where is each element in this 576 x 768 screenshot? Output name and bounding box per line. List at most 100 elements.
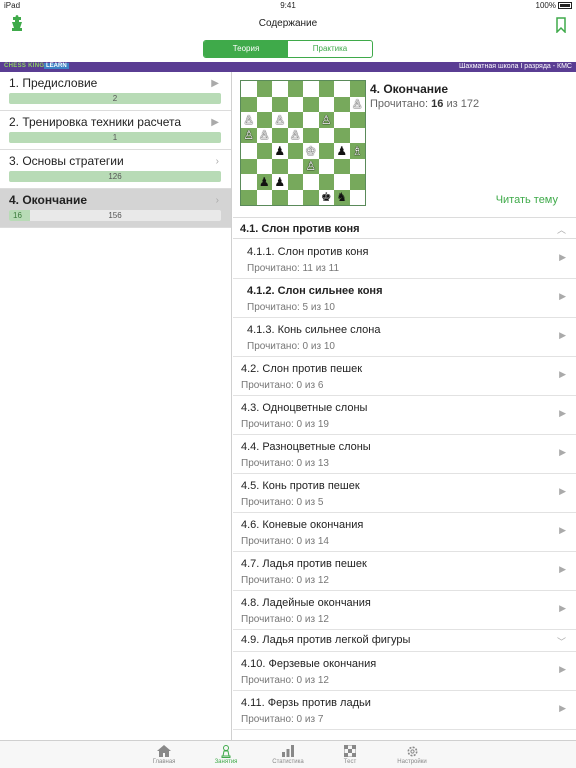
board-square: [349, 112, 365, 128]
play-arrow-icon: ▶: [211, 117, 219, 128]
lesson-item[interactable]: 4.1.1. Слон против коня Прочитано: 11 из…: [233, 240, 576, 279]
play-arrow-icon: ▶: [559, 330, 566, 340]
tab-statistics[interactable]: Статистика: [257, 741, 319, 768]
lesson-item[interactable]: 4.10. Ферзевые окончания Прочитано: 0 из…: [233, 652, 576, 691]
segment-theory[interactable]: Теория: [204, 41, 288, 57]
board-square: [256, 96, 272, 112]
lesson-group-collapsed[interactable]: 4.9. Ладья против легкой фигуры ﹀: [233, 630, 576, 652]
chapter-item-selected[interactable]: 4. Окончание › 16 156: [0, 189, 231, 228]
board-square: [272, 96, 288, 112]
white-pawn-piece: ♙: [241, 127, 257, 143]
page-title: Содержание: [258, 18, 318, 29]
board-square: [334, 112, 350, 128]
section-header[interactable]: 4.1. Слон против коня ︿: [233, 217, 576, 239]
lesson-progress: Прочитано: 0 из 14: [241, 536, 329, 547]
lesson-title: 4.1.1. Слон против коня: [247, 246, 369, 258]
board-square: [349, 81, 365, 97]
progress-value: 126: [108, 172, 122, 181]
tab-test[interactable]: Тест: [319, 741, 381, 768]
lesson-item-current[interactable]: 4.1.2. Слон сильнее коня Прочитано: 5 из…: [233, 279, 576, 318]
lesson-item[interactable]: 4.4. Разноцветные слоны Прочитано: 0 из …: [233, 435, 576, 474]
chapter-progress-bar: 2: [9, 93, 221, 104]
lesson-title: 4.8. Ладейные окончания: [241, 597, 371, 609]
board-square: [318, 96, 334, 112]
board-square: [318, 127, 334, 143]
board-square: [272, 81, 288, 97]
lesson-progress: Прочитано: 0 из 12: [241, 575, 329, 586]
play-arrow-icon: ▶: [559, 486, 566, 496]
white-pawn-piece: ♙: [349, 96, 365, 112]
board-square: [256, 143, 272, 159]
chessboard-icon: [319, 744, 381, 758]
lesson-title: 4.7. Ладья против пешек: [241, 558, 367, 570]
lesson-title: 4.2. Слон против пешек: [241, 363, 362, 375]
black-pawn-piece: ♟: [272, 174, 288, 190]
black-pawn-piece: ♟: [256, 174, 272, 190]
board-square: [241, 189, 257, 205]
board-square: [303, 189, 319, 205]
chess-board-diagram: ♙ ♙ ♙ ♙ ♙ ♙ ♙ ♟ ♔ ♟ ♗ ♙ ♟ ♟ ♚ ♞: [240, 80, 366, 206]
board-square: [334, 96, 350, 112]
board-square: [318, 81, 334, 97]
tab-label: Главная: [152, 759, 176, 765]
lesson-item[interactable]: 4.6. Коневые окончания Прочитано: 0 из 1…: [233, 513, 576, 552]
chapter-progress-bar: 16 156: [9, 210, 221, 221]
tab-lessons[interactable]: Занятия: [195, 741, 257, 768]
bookmark-icon[interactable]: [555, 17, 567, 33]
lesson-title: 4.1.3. Конь сильнее слона: [247, 324, 381, 336]
white-pawn-piece: ♙: [303, 158, 319, 174]
chapter-progress-bar: 126: [9, 171, 221, 182]
board-square: [241, 143, 257, 159]
lesson-progress: Прочитано: 0 из 7: [241, 714, 324, 725]
board-square: [318, 143, 334, 159]
lesson-title: 4.3. Одноцветные слоны: [241, 402, 368, 414]
play-arrow-icon: ▶: [559, 408, 566, 418]
tab-home[interactable]: Главная: [133, 741, 195, 768]
status-bar: iPad 9:41 100%: [0, 0, 576, 12]
lesson-progress: Прочитано: 0 из 12: [241, 675, 329, 686]
chapter-title: 3. Основы стратегии: [9, 154, 124, 168]
lesson-item[interactable]: 4.1.3. Конь сильнее слона Прочитано: 0 и…: [233, 318, 576, 357]
lesson-item[interactable]: 4.2. Слон против пешек Прочитано: 0 из 6…: [233, 357, 576, 396]
white-pawn-piece: ♙: [272, 112, 288, 128]
board-square: [334, 127, 350, 143]
tab-label: Тест: [343, 759, 357, 765]
lesson-item[interactable]: 4.3. Одноцветные слоны Прочитано: 0 из 1…: [233, 396, 576, 435]
white-bishop-piece: ♗: [349, 143, 365, 159]
lesson-title: 4.5. Конь против пешек: [241, 480, 360, 492]
white-pawn-piece: ♙: [256, 127, 272, 143]
section-title: 4.1. Слон против коня: [240, 223, 360, 235]
board-square: [303, 127, 319, 143]
board-square: [334, 81, 350, 97]
chapter-item[interactable]: 2. Тренировка техники расчета ▶ 1: [0, 111, 231, 150]
lesson-item[interactable]: 4.5. Конь против пешек Прочитано: 0 из 5…: [233, 474, 576, 513]
black-pawn-piece: ♟: [272, 143, 288, 159]
chapter-item[interactable]: 1. Предисловие ▶ 2: [0, 72, 231, 111]
board-square: [303, 96, 319, 112]
board-square: [287, 96, 303, 112]
tab-settings[interactable]: Настройки: [381, 741, 443, 768]
lesson-title: 4.6. Коневые окончания: [241, 519, 364, 531]
white-pawn-piece: ♙: [287, 127, 303, 143]
progress-value: 1: [112, 133, 118, 142]
board-square: [272, 158, 288, 174]
home-icon: [133, 744, 195, 758]
read-total: 172: [460, 98, 480, 110]
lesson-progress: Прочитано: 0 из 19: [241, 419, 329, 430]
lesson-item[interactable]: 4.11. Ферзь против ладьи Прочитано: 0 из…: [233, 691, 576, 730]
white-king-piece: ♔: [303, 143, 319, 159]
lesson-progress: Прочитано: 0 из 13: [241, 458, 329, 469]
segment-practice[interactable]: Практика: [288, 41, 372, 57]
play-arrow-icon: ▶: [559, 664, 566, 674]
read-topic-button[interactable]: Читать тему: [496, 194, 558, 206]
white-pawn-piece: ♙: [241, 112, 257, 128]
pawn-icon: [195, 744, 257, 758]
chapter-title: 4. Окончание: [9, 193, 88, 207]
chevron-right-icon: ›: [215, 156, 219, 167]
read-count: 16: [431, 98, 444, 110]
lesson-item[interactable]: 4.8. Ладейные окончания Прочитано: 0 из …: [233, 591, 576, 630]
chapter-item[interactable]: 3. Основы стратегии › 126: [0, 150, 231, 189]
lesson-item[interactable]: 4.7. Ладья против пешек Прочитано: 0 из …: [233, 552, 576, 591]
chapter-title: 2. Тренировка техники расчета: [9, 115, 182, 129]
play-arrow-icon: ▶: [559, 525, 566, 535]
